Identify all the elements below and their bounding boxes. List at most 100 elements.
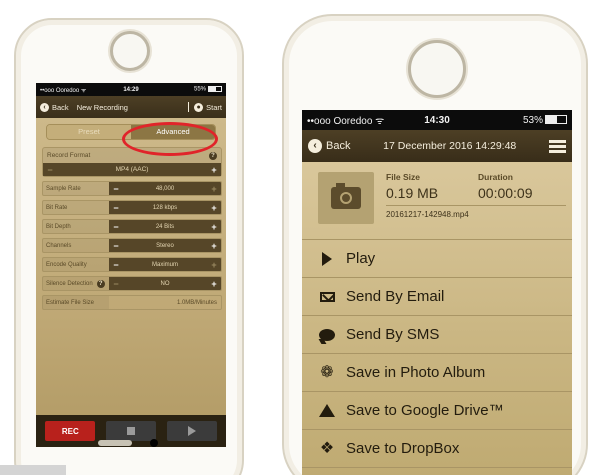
help-icon[interactable]: ? <box>209 151 217 160</box>
action-label: Send By SMS <box>346 326 440 343</box>
grey-strip <box>0 465 66 475</box>
email-icon <box>319 291 335 302</box>
plus-button[interactable]: + <box>207 260 221 270</box>
setting-value: 48,000 <box>155 185 175 192</box>
play-icon <box>187 426 196 436</box>
stop-icon <box>126 427 135 435</box>
home-indicator <box>98 440 132 446</box>
play-icon <box>322 251 332 266</box>
left-phone-camera <box>110 31 150 71</box>
setting-value: NO <box>160 280 170 287</box>
file-size-value: 0.19 MB <box>386 185 439 201</box>
minus-button[interactable]: − <box>109 279 123 289</box>
duration-label: Duration <box>478 172 513 182</box>
setting-row-channels: Channels − Stereo + <box>42 238 222 253</box>
plus-button[interactable]: + <box>207 222 221 232</box>
right-status-time: 14:30 <box>424 114 450 126</box>
list-menu-icon[interactable] <box>549 139 566 153</box>
recording-detail: File Size Duration 0.19 MB 00:00:09 2016… <box>302 162 572 475</box>
plus-button[interactable]: + <box>207 184 221 194</box>
action-label: Send By Email <box>346 288 445 305</box>
action-save-photo-album[interactable]: ❁ Save in Photo Album <box>302 354 572 392</box>
setting-value: 128 kbps <box>152 204 178 211</box>
rec-button[interactable]: REC <box>45 421 96 441</box>
action-label: Save to DropBox <box>346 440 460 457</box>
minus-button[interactable]: − <box>109 241 123 251</box>
setting-label: Encode Quality <box>43 258 109 271</box>
left-nav-bar: ‹ Back New Recording ● Start <box>36 96 226 118</box>
right-battery: 53% <box>480 115 568 126</box>
page-dot <box>150 439 158 447</box>
dropbox-icon: ❖ <box>319 439 335 457</box>
setting-row-sample-rate: Sample Rate − 48,000 + <box>42 181 222 196</box>
minus-button[interactable]: − <box>109 203 123 213</box>
setting-row-bit-rate: Bit Rate − 128 kbps + <box>42 200 222 215</box>
right-carrier: ••ooo Ooredoo ᯤ <box>307 116 385 127</box>
plus-button[interactable]: + <box>207 279 221 289</box>
setting-label: Bit Depth <box>43 220 109 233</box>
right-status-bar: ••ooo Ooredoo ᯤ 14:30 53% <box>302 110 572 130</box>
minus-button[interactable]: − <box>43 165 57 175</box>
battery-icon <box>545 115 568 125</box>
file-size-label: File Size <box>386 172 421 182</box>
help-icon[interactable]: ? <box>96 279 105 288</box>
nav-divider <box>188 102 190 112</box>
action-send-sms[interactable]: Send By SMS <box>302 316 572 354</box>
action-play[interactable]: Play <box>302 240 572 278</box>
right-phone-screen: ••ooo Ooredoo ᯤ 14:30 53% ‹ Back 17 Dece… <box>302 110 572 475</box>
setting-row-silence-detection: Silence Detection? − NO + <box>42 276 222 291</box>
plus-button[interactable]: + <box>207 203 221 213</box>
thumbnail[interactable] <box>318 172 374 224</box>
left-carrier: ••ooo Ooredoo ᯤ <box>40 87 87 94</box>
play-button[interactable] <box>166 421 217 441</box>
back-button[interactable]: Back <box>52 103 69 112</box>
setting-value: Maximum <box>151 261 178 268</box>
estimate-file-size-row: Estimate File Size 1.0MB/Minutes <box>42 295 222 310</box>
left-phone-frame: ••ooo Ooredoo ᯤ 14:29 55% ‹ Back New Rec… <box>14 18 244 475</box>
setting-label: Silence Detection <box>46 280 93 287</box>
file-name: 20161217-142948.mp4 <box>386 210 469 219</box>
record-format-stepper: − MP4 (AAC) + <box>43 163 221 176</box>
action-label: Play <box>346 250 376 267</box>
recording-title: 17 December 2016 14:29:48 <box>383 140 517 152</box>
highlight-circle <box>122 122 218 156</box>
left-status-time: 14:29 <box>123 86 139 93</box>
setting-value: Stereo <box>156 242 174 249</box>
action-save-google-drive[interactable]: Save to Google Drive™ <box>302 392 572 430</box>
right-nav-bar: ‹ Back 17 December 2016 14:29:48 <box>302 130 572 162</box>
stop-button[interactable] <box>105 421 156 441</box>
back-button[interactable]: Back <box>326 140 350 152</box>
setting-label: Sample Rate <box>43 182 109 195</box>
action-label: Save to Google Drive™ <box>346 402 504 419</box>
record-start-icon[interactable]: ● <box>194 102 204 112</box>
minus-button[interactable]: − <box>109 260 123 270</box>
settings-panel: Preset Advanced Record Format ? − MP4 (A… <box>36 118 226 447</box>
google-drive-icon <box>319 404 335 417</box>
right-phone-camera <box>408 40 466 98</box>
tab-preset[interactable]: Preset <box>47 125 131 139</box>
estimate-label: Estimate File Size <box>43 296 109 309</box>
left-phone-screen: ••ooo Ooredoo ᯤ 14:29 55% ‹ Back New Rec… <box>36 83 226 447</box>
minus-button[interactable]: − <box>109 184 123 194</box>
back-arrow-icon[interactable]: ‹ <box>308 139 322 153</box>
plus-button[interactable]: + <box>207 241 221 251</box>
left-battery: 55% <box>161 86 223 93</box>
action-label: Save in Photo Album <box>346 364 486 381</box>
left-status-bar: ••ooo Ooredoo ᯤ 14:29 55% <box>36 83 226 96</box>
plus-button[interactable]: + <box>207 165 221 175</box>
record-format-value: MP4 (AAC) <box>115 166 149 173</box>
camera-icon <box>331 183 361 209</box>
estimate-value: 1.0MB/Minutes <box>176 299 217 306</box>
page-title: New Recording <box>76 102 128 112</box>
sms-bubble-icon <box>319 328 335 341</box>
battery-icon <box>208 86 223 93</box>
setting-row-bit-depth: Bit Depth − 24 Bits + <box>42 219 222 234</box>
photo-album-icon: ❁ <box>320 363 334 381</box>
minus-button[interactable]: − <box>109 222 123 232</box>
setting-row-encode-quality: Encode Quality − Maximum + <box>42 257 222 272</box>
action-save-dropbox[interactable]: ❖ Save to DropBox <box>302 430 572 468</box>
setting-label: Bit Rate <box>43 201 109 214</box>
back-arrow-icon[interactable]: ‹ <box>40 102 49 112</box>
action-send-email[interactable]: Send By Email <box>302 278 572 316</box>
start-button[interactable]: Start <box>206 103 222 112</box>
